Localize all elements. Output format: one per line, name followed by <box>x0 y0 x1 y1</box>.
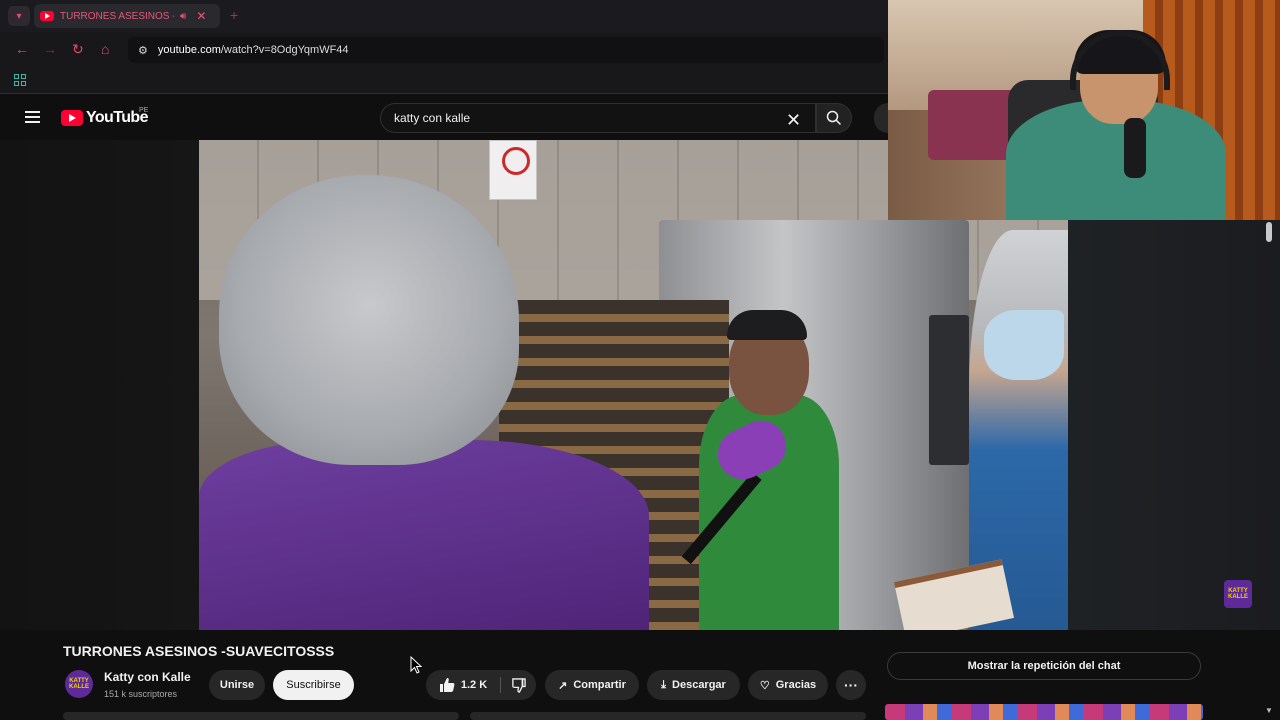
speaker-icon[interactable]: 🔊︎ <box>180 11 186 22</box>
menu-icon[interactable] <box>25 111 40 123</box>
scrollbar-thumb[interactable] <box>1266 222 1272 242</box>
more-actions-button[interactable]: ··· <box>836 670 866 700</box>
video-scene-reporter-hairnet <box>219 175 519 465</box>
recommended-thumbnail-strip[interactable] <box>885 704 1203 720</box>
tab-list-menu-button[interactable]: ▾ <box>8 6 30 26</box>
search-input[interactable]: katty con kalle <box>380 103 816 133</box>
super-thanks-icon: ♡ <box>759 679 770 692</box>
video-scene-oven-panel <box>929 315 969 465</box>
subscribe-button[interactable]: Suscribirse <box>273 670 354 700</box>
youtube-play-logo-icon <box>61 110 83 126</box>
video-scene-face-mask <box>984 310 1064 380</box>
reload-icon[interactable]: ↻ <box>72 41 84 58</box>
webcam-microphone <box>1124 118 1146 178</box>
home-icon[interactable]: ⌂ <box>101 41 109 57</box>
video-title: TURRONES ASESINOS -SUAVECITOSSS <box>63 643 335 659</box>
search-button[interactable] <box>816 103 852 133</box>
share-button[interactable]: ↗ Compartir <box>545 670 639 700</box>
forward-arrow-icon[interactable]: → <box>43 41 57 57</box>
new-tab-icon[interactable]: + <box>230 7 238 23</box>
download-label: Descargar <box>672 679 726 691</box>
subscriber-count: 151 k suscriptores <box>104 689 178 699</box>
description-box-right <box>470 712 866 720</box>
site-settings-icon[interactable]: ⚙ <box>138 44 148 57</box>
clear-search-icon[interactable]: ✕ <box>786 110 801 131</box>
country-code: PE <box>139 107 149 114</box>
youtube-header: YouTube PE katty con kalle <box>0 96 888 140</box>
chat-replay-label: Mostrar la repetición del chat <box>967 660 1121 672</box>
tab-title: TURRONES ASESINOS -SUAVECITOSSS <box>60 10 174 22</box>
channel-name[interactable]: Katty con Kalle <box>104 670 191 684</box>
video-scene-reporter-shirt <box>199 440 649 630</box>
download-icon: ⤓ <box>661 678 667 691</box>
no-smoking-sign <box>489 140 537 200</box>
bookmarks-bar <box>0 68 888 94</box>
thumbs-up-icon <box>439 678 455 692</box>
share-label: Compartir <box>573 679 626 691</box>
back-arrow-icon[interactable]: ← <box>15 41 29 57</box>
streamer-webcam <box>888 0 1280 220</box>
thumbs-down-icon <box>512 677 526 693</box>
show-chat-replay-button[interactable]: Mostrar la repetición del chat <box>887 652 1201 680</box>
thanks-button[interactable]: ♡ Gracias <box>748 670 828 700</box>
channel-watermark[interactable]: KATTY KALLE <box>1224 580 1252 608</box>
like-count: 1.2 K <box>460 679 488 691</box>
apps-grid-icon[interactable] <box>14 74 26 86</box>
like-button[interactable]: 1.2 K <box>426 670 500 700</box>
subscribe-label: Suscribirse <box>286 679 341 691</box>
dislike-button[interactable] <box>501 670 536 700</box>
more-horizontal-icon: ··· <box>844 677 858 693</box>
close-tab-icon[interactable]: ✕ <box>196 9 206 23</box>
video-scene-cap <box>727 310 807 340</box>
webcam-bed <box>928 90 1018 160</box>
scroll-down-arrow-icon[interactable]: ▼ <box>1265 706 1273 715</box>
address-bar[interactable]: ⚙ youtube.com/watch?v=8OdgYqmWF44 <box>128 37 884 63</box>
voice-search-button[interactable] <box>874 103 888 133</box>
search-query: katty con kalle <box>394 111 471 125</box>
browser-toolbar: ← → ↻ ⌂ ⚙ youtube.com/watch?v=8OdgYqmWF4… <box>0 32 888 68</box>
mouse-cursor-icon <box>410 656 422 674</box>
screen: ▾ TURRONES ASESINOS -SUAVECITOSSS 🔊︎ ✕ +… <box>0 0 1280 720</box>
like-dislike-group: 1.2 K <box>426 670 536 700</box>
join-button[interactable]: Unirse <box>209 670 265 700</box>
url-text: youtube.com/watch?v=8OdgYqmWF44 <box>157 44 349 56</box>
join-label: Unirse <box>219 679 255 691</box>
thanks-label: Gracias <box>775 679 817 691</box>
avatar[interactable]: KATTY KALLE <box>65 670 93 698</box>
description-box-left <box>63 712 459 720</box>
youtube-logo[interactable]: YouTube <box>61 109 148 127</box>
browser-tab-active[interactable]: TURRONES ASESINOS -SUAVECITOSSS 🔊︎ ✕ <box>34 4 220 28</box>
share-icon: ↗ <box>558 679 568 692</box>
download-button[interactable]: ⤓ Descargar <box>647 670 740 700</box>
youtube-favicon-icon <box>40 11 54 21</box>
search-icon <box>826 110 842 126</box>
